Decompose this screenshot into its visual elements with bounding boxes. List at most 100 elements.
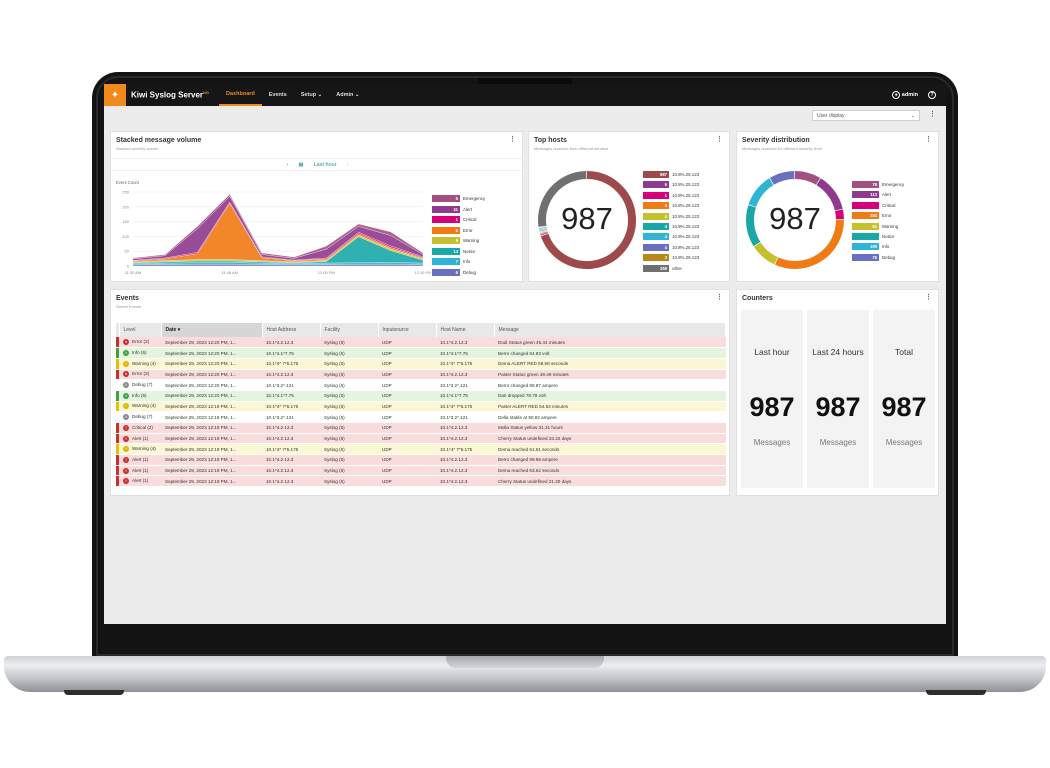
legend-value: 7 [432, 258, 460, 265]
counter-last-24-hours: Last 24 hours 987 Messages [807, 310, 869, 488]
legend-item[interactable]: 1 Critical [432, 215, 476, 224]
top-navigation-bar: ✦ Kiwi Syslog ServerNG Dashboard Events … [104, 84, 946, 106]
donut-slice[interactable] [753, 242, 778, 265]
time-range-label[interactable]: Last hour [314, 162, 337, 168]
table-row[interactable]: ! Alert (1) September 29, 2023 12:19 PM, 1… [116, 465, 726, 477]
legend-item[interactable]: 268 other [643, 264, 682, 273]
legend-item[interactable]: 100 Info [852, 242, 889, 251]
cell-level: i Info (6) [119, 347, 161, 359]
panel-menu-icon[interactable]: ⋮ [925, 135, 932, 143]
table-row[interactable]: ! Warning (4) September 29, 2023 12:19 PM,… [116, 401, 726, 413]
legend-label: 10.8%.25.123 [672, 182, 700, 188]
cell-facility: Syslog (5) [320, 379, 378, 391]
panel-menu-icon[interactable]: ⋮ [925, 293, 932, 301]
legend-item[interactable]: 4 10.8%.25.123 [643, 201, 699, 210]
legend-item[interactable]: 76 Debug [852, 253, 895, 262]
panel-menu-icon[interactable]: ⋮ [716, 135, 723, 143]
cell-level: i Debug (7) [119, 411, 161, 423]
chevron-right-icon[interactable]: › [347, 162, 349, 168]
cell-host-name: 10.1*4.2.12.3 [436, 433, 494, 445]
nav-events[interactable]: Events [262, 84, 294, 106]
table-row[interactable]: ! Alert (1) September 29, 2023 12:19 PM, 1… [116, 433, 726, 445]
cell-level: ! Alert (1) [119, 454, 161, 466]
nav-setup[interactable]: Setup ⌄ [294, 84, 329, 106]
chevron-left-icon[interactable]: ‹ [287, 162, 289, 168]
user-display-select[interactable]: User display ⌄ [812, 110, 920, 121]
calendar-icon: ▦ [298, 161, 304, 168]
panel-menu-icon[interactable]: ⋮ [716, 293, 723, 301]
table-row[interactable]: i Info (6) September 29, 2023 12:20 PM, 1.… [116, 390, 726, 402]
legend-item[interactable]: 3 10.8%.25.123 [643, 253, 699, 262]
column-level[interactable]: Level [119, 323, 162, 337]
level-text: Error (3) [132, 339, 150, 345]
legend-label: Notice [882, 234, 895, 239]
level-text: Warning (4) [132, 360, 156, 366]
legend-item[interactable]: 4 10.8%.25.123 [643, 212, 699, 221]
legend-item[interactable]: 5 Emergency [432, 194, 485, 203]
cell-message: Dari dropped 78.78 volt [494, 390, 726, 402]
user-menu[interactable]: ● admin [892, 91, 918, 99]
table-row[interactable]: i Info (6) September 29, 2023 12:20 PM, 1.… [116, 347, 726, 359]
legend-item[interactable]: 687 10.8%.25.123 [643, 170, 699, 179]
legend-item[interactable]: Notice [852, 232, 894, 241]
column-facility[interactable]: Facility [320, 323, 379, 337]
column-message[interactable]: Message [494, 323, 726, 337]
legend-item[interactable]: 9 Warning [432, 236, 479, 245]
chevron-down-icon: ⌄ [317, 92, 323, 98]
table-row[interactable]: × Error (3) September 29, 2023 12:20 PM, 1… [116, 337, 726, 349]
legend-item[interactable]: 284 Error [852, 211, 892, 220]
panel-menu-icon[interactable]: ⋮ [509, 135, 516, 143]
cell-facility: Syslog (5) [320, 358, 378, 370]
dashboard-menu-icon[interactable]: ⋮ [929, 110, 936, 118]
legend-item[interactable]: 6 Debug [432, 268, 476, 277]
legend-item[interactable]: 113 Alert [852, 190, 891, 199]
counter-label: Last 24 hours [812, 347, 864, 357]
legend-item[interactable]: 4 10.8%.25.123 [643, 232, 699, 241]
laptop-foot-left [64, 690, 124, 695]
donut-slice[interactable] [769, 171, 795, 185]
cell-inputsource: UDP [378, 411, 436, 423]
laptop-foot-right [926, 690, 986, 695]
table-row[interactable]: i Debug (7) September 29, 2023 12:20 PM, 1… [116, 379, 726, 391]
column-date[interactable]: Date ▾ [161, 323, 263, 337]
cell-host-address: 10.1*4* 7*5.175 [262, 443, 320, 456]
legend-label: Info [463, 259, 471, 264]
y-tick-label: 50 [125, 249, 130, 254]
table-row[interactable]: ! Alert (1) September 29, 2023 12:19 PM, 1… [116, 475, 726, 488]
legend-label: 10.8%.25.123 [672, 255, 700, 261]
kiwi-logo-icon[interactable]: ✦ [104, 84, 126, 106]
table-row[interactable]: i Debug (7) September 29, 2023 12:19 PM, 1… [116, 411, 726, 423]
donut-slice[interactable] [794, 171, 821, 185]
column-inputsource[interactable]: Inputsource [378, 323, 437, 337]
legend-item[interactable]: 1 10.8%.25.123 [643, 191, 699, 200]
cell-date: September 29, 2023 12:19 PM, 1... [161, 443, 262, 456]
table-row[interactable]: ! Warning (4) September 29, 2023 12:19 PM,… [116, 443, 726, 456]
nav-admin[interactable]: Admin ⌄ [329, 84, 366, 106]
events-table-body: × Error (3) September 29, 2023 12:20 PM, 1… [116, 337, 726, 488]
warning-icon: ! [123, 446, 129, 453]
table-row[interactable]: ! Alert (1) September 29, 2023 12:19 PM, 1… [116, 454, 726, 466]
cell-level: ! Alert (1) [119, 465, 161, 477]
legend-item[interactable]: 5 10.8%.25.123 [643, 180, 699, 189]
legend-item[interactable]: 4 10.8%.25.123 [643, 222, 699, 231]
legend-item[interactable]: Critical [852, 201, 895, 210]
table-row[interactable]: ! Warning (4) September 29, 2023 12:20 PM,… [116, 358, 726, 370]
column-host-name[interactable]: Host Name [436, 323, 495, 337]
cell-level: ! Warning (4) [119, 358, 161, 370]
cell-host-name: 10.1*4.2.12.3 [436, 369, 494, 381]
legend-item[interactable]: 6 Error [432, 226, 473, 235]
cell-host-address: 10.1*4.2.12.3 [262, 454, 320, 466]
error-icon: × [123, 371, 129, 378]
nav-dashboard[interactable]: Dashboard [219, 84, 262, 106]
legend-item[interactable]: 4 10.8%.25.123 [643, 243, 699, 252]
legend-item[interactable]: 7 Info [432, 257, 470, 266]
table-row[interactable]: ! Critical (2) September 29, 2023 12:19 PM… [116, 422, 726, 434]
help-icon[interactable]: ? [928, 91, 936, 99]
table-row[interactable]: × Error (3) September 29, 2023 12:20 PM, 1… [116, 369, 726, 381]
legend-item[interactable]: 41 Alert [432, 205, 472, 214]
legend-label: Info [882, 244, 890, 250]
legend-item[interactable]: 14 Notice [432, 247, 475, 256]
legend-item[interactable]: 81 Warning [852, 222, 898, 231]
legend-item[interactable]: 78 Emergency [852, 180, 904, 189]
column-host-address[interactable]: Host Address [262, 323, 321, 337]
